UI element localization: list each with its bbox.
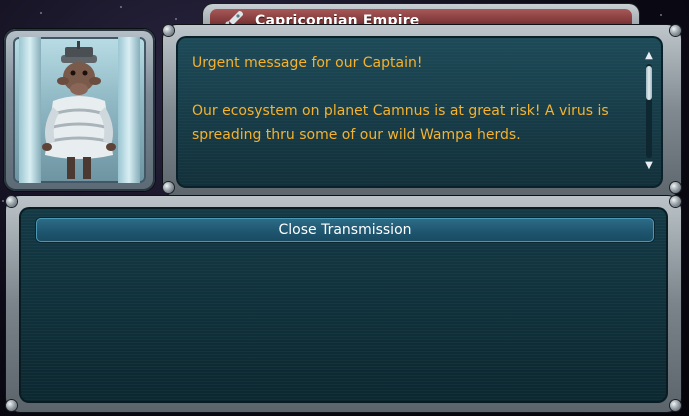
message-body: Urgent message for our Captain! Our ecos…: [176, 36, 663, 188]
arrow-down-icon[interactable]: ▼: [643, 160, 655, 172]
alien-captain-icon: [42, 41, 116, 179]
portrait-frame: [4, 29, 155, 191]
message-paragraph-2: Our ecosystem on planet Camnus is at gre…: [192, 103, 609, 143]
scroll-track[interactable]: [646, 64, 652, 158]
rivet: [163, 25, 174, 36]
arrow-up-icon[interactable]: ▲: [643, 50, 655, 62]
close-transmission-button[interactable]: Close Transmission: [36, 218, 654, 242]
rivet: [670, 182, 681, 193]
alien-portrait: [13, 37, 146, 183]
rivet: [6, 196, 17, 207]
rivet: [670, 196, 681, 207]
message-text: Urgent message for our Captain! Our ecos…: [192, 51, 632, 147]
rivet: [163, 182, 174, 193]
scroll-thumb[interactable]: [646, 66, 652, 100]
response-body: Close Transmission: [19, 207, 668, 403]
rivet: [670, 400, 681, 411]
message-scrollbar[interactable]: ▲ ▼: [643, 50, 655, 172]
message-paragraph-1: Urgent message for our Captain!: [192, 55, 423, 71]
message-panel: Urgent message for our Captain! Our ecos…: [163, 25, 681, 197]
rivet: [6, 400, 17, 411]
response-panel: Close Transmission: [6, 196, 681, 412]
rivet: [670, 25, 681, 36]
